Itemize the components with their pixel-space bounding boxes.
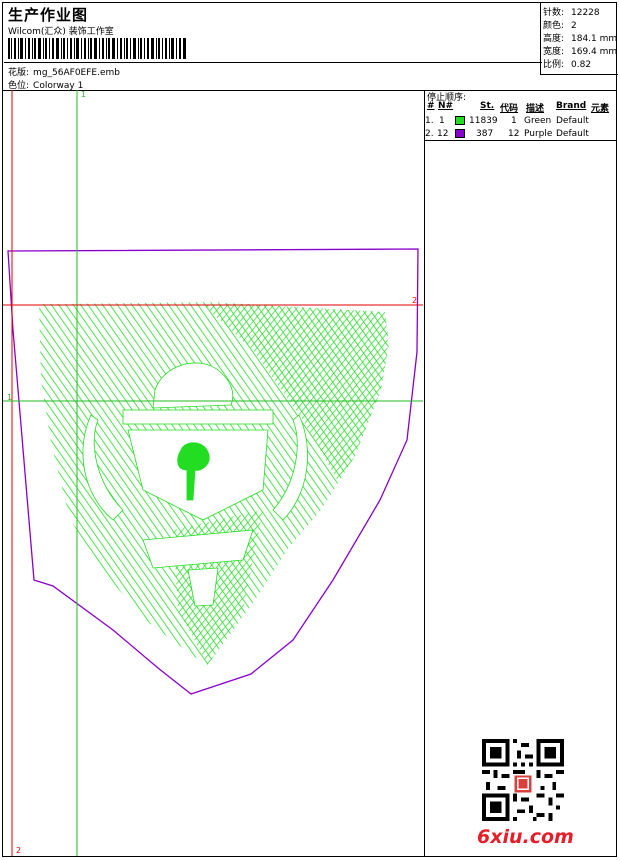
col-code: 代码 bbox=[500, 104, 519, 114]
color-swatch-green bbox=[455, 116, 465, 125]
guide-label-top: 1 bbox=[81, 90, 86, 99]
col-needle: N# bbox=[438, 101, 454, 111]
stat-scale: 比例: 0.82 bbox=[543, 60, 592, 70]
design-canvas: 1 2 1 2 bbox=[3, 90, 423, 856]
header-divider bbox=[4, 62, 542, 63]
stat-height: 高度: 184.1 mm bbox=[543, 34, 618, 44]
col-element: 元素 bbox=[591, 104, 610, 114]
col-stitches: St. bbox=[480, 101, 495, 111]
barcode-icon bbox=[8, 38, 186, 59]
stop-row: 1. 1 11839 1 Green Default bbox=[425, 116, 589, 126]
header: 生产作业图 Wilcom(汇众) 装饰工作室 花版: mg_56AF0EFE.em… bbox=[2, 2, 617, 91]
col-description: 描述 bbox=[526, 104, 545, 114]
col-brand: Brand bbox=[556, 101, 587, 111]
col-index: # bbox=[427, 101, 435, 111]
stat-colors: 颜色: 2 bbox=[543, 21, 577, 31]
panel-divider bbox=[424, 90, 425, 857]
page-title: 生产作业图 bbox=[8, 6, 89, 24]
qr-code-icon bbox=[482, 739, 564, 821]
stop-sequence-header: # N# St. 代码 描述 Brand 元素 bbox=[425, 100, 617, 114]
watermark-logo: 6xiu.com bbox=[477, 826, 574, 848]
design-stats: 针数: 12228 颜色: 2 高度: 184.1 mm 宽度: 169.4 mm 比例… bbox=[540, 2, 618, 75]
stop-sequence-divider bbox=[425, 140, 617, 141]
guide-label-left: 1 bbox=[7, 393, 12, 402]
guide-label-bottom: 2 bbox=[16, 846, 21, 855]
file-name: mg_56AF0EFE.emb bbox=[33, 68, 120, 78]
color-swatch-purple bbox=[455, 129, 465, 138]
guide-label-right: 2 bbox=[412, 296, 417, 305]
stop-row: 2. 12 387 12 Purple Default bbox=[425, 129, 589, 139]
stat-width: 宽度: 169.4 mm bbox=[543, 47, 618, 57]
file-name-line: 花版: mg_56AF0EFE.emb bbox=[8, 65, 120, 78]
company-name: Wilcom(汇众) 装饰工作室 bbox=[8, 27, 114, 37]
stat-stitches: 针数: 12228 bbox=[543, 8, 600, 18]
file-label: 花版: bbox=[8, 68, 30, 78]
